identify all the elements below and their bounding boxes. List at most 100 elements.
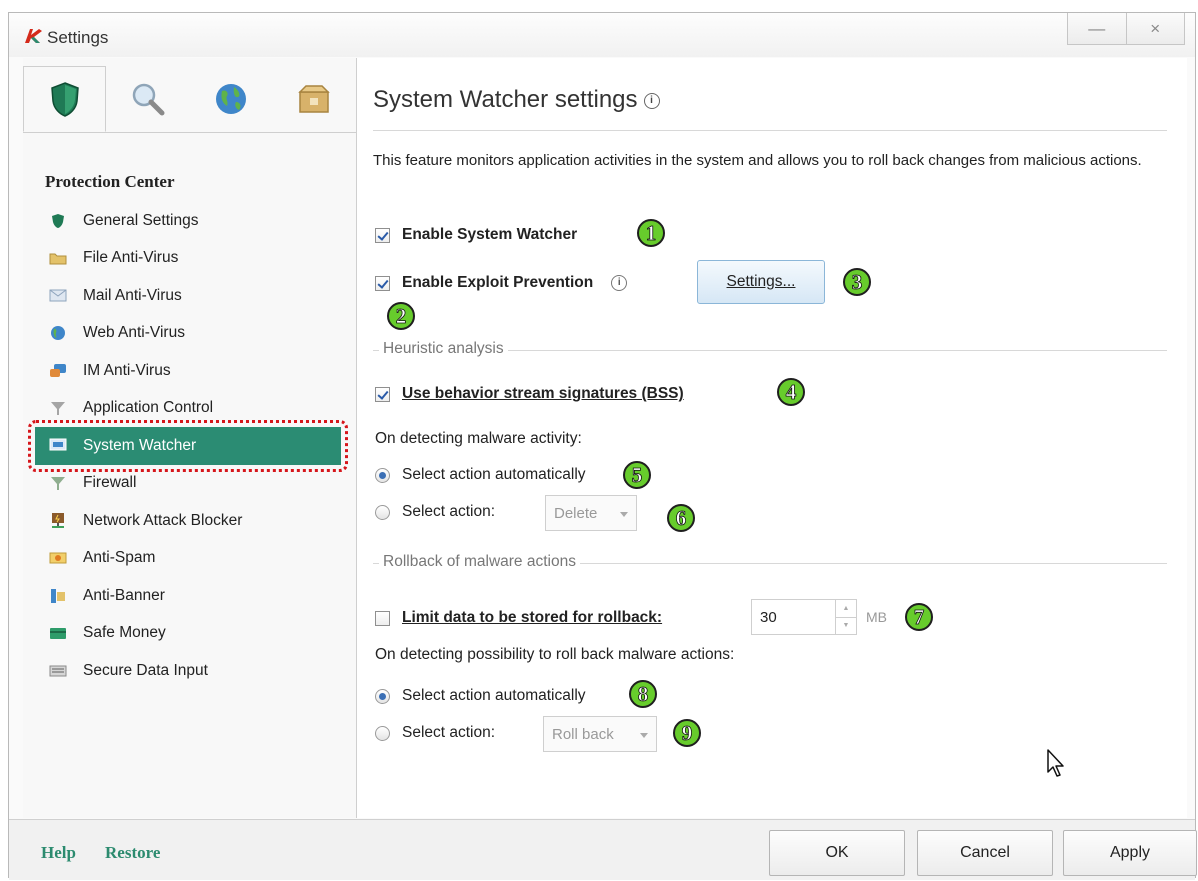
title-bar: Settings — × <box>9 13 1195 57</box>
sidebar-item-label: Safe Money <box>83 624 166 642</box>
sidebar-item-label: Anti-Spam <box>83 549 156 567</box>
feature-description: This feature monitors application activi… <box>373 152 1142 169</box>
use-bss-checkbox[interactable] <box>375 386 390 402</box>
keyboard-icon <box>49 662 67 680</box>
help-link[interactable]: Help <box>41 843 76 863</box>
tab-scan[interactable] <box>106 66 189 132</box>
shield-icon <box>49 212 67 230</box>
ok-button[interactable]: OK <box>769 830 905 876</box>
sidebar-item-file-anti-virus[interactable]: File Anti-Virus <box>35 240 353 278</box>
close-button[interactable]: × <box>1126 13 1185 45</box>
sidebar-item-label: Web Anti-Virus <box>83 324 185 342</box>
exploit-settings-button[interactable]: Settings... <box>697 260 825 304</box>
malware-detection-label: On detecting malware activity: <box>375 430 582 447</box>
sidebar-item-safe-money[interactable]: Safe Money <box>35 615 353 653</box>
stepper-up-icon[interactable]: ▲ <box>836 600 856 617</box>
card-icon <box>49 624 67 642</box>
callout-badge-2: 2 <box>387 302 415 330</box>
sidebar-item-firewall[interactable]: Firewall <box>35 465 353 503</box>
rollback-select-row: Select action: <box>375 724 495 742</box>
sidebar-item-label: File Anti-Virus <box>83 249 179 267</box>
sidebar-item-secure-data-input[interactable]: Secure Data Input <box>35 652 353 690</box>
stepper-buttons: ▲ ▼ <box>835 600 856 634</box>
sidebar-item-anti-banner[interactable]: Anti-Banner <box>35 577 353 615</box>
limit-data-stepper[interactable]: 30 ▲ ▼ <box>751 599 857 635</box>
callout-badge-9: 9 <box>673 719 701 747</box>
footer-bar: Help Restore OK Cancel Apply <box>9 819 1197 880</box>
cancel-button[interactable]: Cancel <box>917 830 1053 876</box>
limit-data-value: 30 <box>760 608 777 626</box>
chevron-down-icon <box>640 733 648 738</box>
chevron-down-icon <box>620 512 628 517</box>
window-controls: — × <box>1067 13 1185 45</box>
callout-badge-6: 6 <box>667 504 695 532</box>
callout-badge-1: 1 <box>637 219 665 247</box>
exploit-settings-button-label: Settings... <box>726 273 796 290</box>
rollback-select-label[interactable]: Select action: <box>402 724 495 742</box>
callout-badge-5: 5 <box>623 461 651 489</box>
malware-action-value: Delete <box>554 504 598 522</box>
sidebar-item-label: System Watcher <box>83 436 197 454</box>
rollback-auto-row: Select action automatically <box>375 687 586 705</box>
enable-exploit-prevention-row: Enable Exploit Prevention i <box>375 274 628 292</box>
limit-data-label[interactable]: Limit data to be stored for rollback: <box>402 609 662 627</box>
sidebar-item-label: Firewall <box>83 474 137 492</box>
monitor-icon <box>49 437 67 455</box>
globe-icon <box>215 84 246 114</box>
sidebar-item-web-anti-virus[interactable]: Web Anti-Virus <box>35 315 353 353</box>
malware-auto-label[interactable]: Select action automatically <box>402 466 586 484</box>
limit-data-checkbox[interactable] <box>375 610 390 626</box>
sidebar-item-label: Network Attack Blocker <box>83 511 243 529</box>
filter-icon <box>49 399 67 417</box>
banner-icon <box>49 587 67 605</box>
rollback-action-dropdown[interactable]: Roll back <box>543 716 657 752</box>
sidebar-item-anti-spam[interactable]: Anti-Spam <box>35 540 353 578</box>
info-icon[interactable]: i <box>611 275 628 291</box>
sidebar-item-label: Mail Anti-Virus <box>83 286 182 304</box>
kaspersky-logo-icon <box>25 29 42 43</box>
rollback-detection-label: On detecting possibility to roll back ma… <box>375 646 735 663</box>
globe-icon <box>49 324 67 342</box>
enable-system-watcher-checkbox[interactable] <box>375 227 390 243</box>
tab-protection[interactable] <box>23 66 106 132</box>
box-icon <box>297 85 330 113</box>
limit-data-row: Limit data to be stored for rollback: <box>375 609 662 627</box>
heuristic-group-label: Heuristic analysis <box>379 340 508 358</box>
sidebar-item-system-watcher[interactable]: System Watcher <box>28 420 348 471</box>
rollback-auto-radio[interactable] <box>375 688 390 704</box>
category-tabs <box>23 66 356 133</box>
malware-action-dropdown[interactable]: Delete <box>545 495 637 531</box>
sidebar: Protection Center General Settings File … <box>23 58 357 818</box>
chat-icon <box>49 362 67 380</box>
mouse-cursor-icon <box>1047 749 1064 777</box>
tab-update[interactable] <box>189 66 272 132</box>
info-icon[interactable]: i <box>643 92 660 109</box>
use-bss-row: Use behavior stream signatures (BSS) <box>375 385 684 403</box>
rollback-select-radio[interactable] <box>375 725 390 741</box>
enable-exploit-prevention-label[interactable]: Enable Exploit Prevention <box>402 274 593 292</box>
tab-additional[interactable] <box>272 66 355 132</box>
rollback-auto-label[interactable]: Select action automatically <box>402 687 586 705</box>
callout-badge-4: 4 <box>777 378 805 406</box>
enable-system-watcher-label[interactable]: Enable System Watcher <box>402 226 577 244</box>
malware-select-label[interactable]: Select action: <box>402 503 495 521</box>
apply-button[interactable]: Apply <box>1063 830 1197 876</box>
rollback-action-value: Roll back <box>552 725 614 743</box>
enable-exploit-prevention-checkbox[interactable] <box>375 275 390 291</box>
sidebar-item-mail-anti-virus[interactable]: Mail Anti-Virus <box>35 277 353 315</box>
sidebar-item-network-attack-blocker[interactable]: Network Attack Blocker <box>35 502 353 540</box>
malware-auto-radio[interactable] <box>375 467 390 483</box>
magnifier-icon <box>132 83 164 116</box>
malware-select-row: Select action: <box>375 503 495 521</box>
minimize-button[interactable]: — <box>1067 13 1127 45</box>
folder-icon <box>49 249 67 267</box>
network-icon <box>49 512 67 530</box>
use-bss-label[interactable]: Use behavior stream signatures (BSS) <box>402 385 684 403</box>
stepper-down-icon[interactable]: ▼ <box>836 616 856 635</box>
callout-badge-3: 3 <box>843 268 871 296</box>
sidebar-item-general-settings[interactable]: General Settings <box>35 202 353 240</box>
title-divider <box>373 130 1167 131</box>
sidebar-item-im-anti-virus[interactable]: IM Anti-Virus <box>35 352 353 390</box>
restore-link[interactable]: Restore <box>105 843 160 863</box>
malware-select-radio[interactable] <box>375 504 390 520</box>
